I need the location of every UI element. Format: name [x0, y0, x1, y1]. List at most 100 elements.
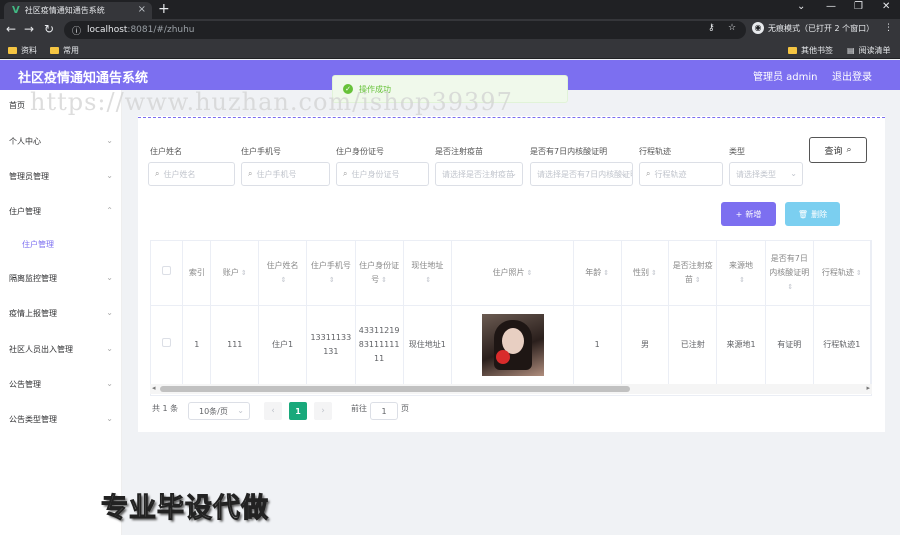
- row-select-cell[interactable]: [151, 305, 184, 386]
- sort-icon[interactable]: ⇕: [695, 276, 701, 284]
- close-window-icon[interactable]: ✕: [882, 1, 890, 12]
- vaccine-select[interactable]: 请选择是否注射疫苗 ⌄: [435, 162, 523, 186]
- table-cell: 住户1: [258, 305, 307, 386]
- minimize-icon[interactable]: —: [826, 1, 836, 12]
- phone-search-input[interactable]: ⌕ 住户手机号: [241, 162, 330, 186]
- key-icon[interactable]: ⚷: [708, 23, 715, 33]
- reading-list[interactable]: ▤ 阅读清单: [847, 45, 891, 56]
- sort-icon[interactable]: ⇕: [603, 269, 609, 277]
- reload-icon[interactable]: ↻: [44, 22, 54, 36]
- query-button[interactable]: 查询 ⌕: [809, 137, 867, 163]
- sidebar-item-residents[interactable]: 住户管理 ⌃: [9, 206, 113, 217]
- table-cell: 111: [210, 305, 260, 386]
- table-cell: 现住地址1: [403, 305, 453, 386]
- sidebar-item-report[interactable]: 疫情上报管理 ⌄: [9, 308, 113, 319]
- chevron-down-icon: ⌄: [106, 344, 113, 353]
- sidebar-item-label: 管理员管理: [9, 172, 49, 181]
- browser-tab[interactable]: V 社区疫情通知通告系统 ×: [4, 2, 152, 19]
- sidebar-item-label: 公告管理: [9, 380, 41, 389]
- column-header[interactable]: 住户姓名 ⇕: [258, 241, 307, 306]
- bookmark-label: 阅读清单: [858, 46, 891, 55]
- sidebar-item-profile[interactable]: 个人中心 ⌄: [9, 136, 113, 147]
- sort-icon[interactable]: ⇕: [381, 276, 387, 284]
- chevron-down-icon: ⌄: [790, 169, 797, 178]
- resident-photo[interactable]: [481, 314, 544, 376]
- table-cell: 来源地1: [716, 305, 766, 386]
- column-header[interactable]: 账户 ⇕: [210, 241, 260, 306]
- bookmark-folder[interactable]: 资料: [8, 45, 37, 56]
- browser-tabstrip: V 社区疫情通知通告系统 × + ⌄ — ❐ ✕: [0, 0, 900, 19]
- sidebar-subitem-residents[interactable]: 住户管理: [22, 239, 54, 250]
- column-header[interactable]: 是否有7日内核酸证明 ⇕: [765, 241, 814, 306]
- scroll-right-icon[interactable]: ▸: [866, 384, 870, 392]
- chevron-down-icon: ⌄: [106, 379, 113, 388]
- column-header[interactable]: 住户照片 ⇕: [451, 241, 574, 306]
- star-icon[interactable]: ☆: [728, 23, 736, 33]
- sort-icon[interactable]: ⇕: [856, 269, 862, 277]
- sidebar-item-access[interactable]: 社区人员出入管理 ⌄: [9, 344, 113, 355]
- column-header[interactable]: 来源地 ⇕: [716, 241, 766, 306]
- app-title: 社区疫情通知通告系统: [18, 71, 149, 86]
- incognito-indicator[interactable]: ◉ 无痕模式（已打开 2 个窗口）: [752, 22, 874, 34]
- trace-search-input[interactable]: ⌕ 行程轨迹: [639, 162, 723, 186]
- table-cell: 1: [182, 305, 212, 386]
- back-icon[interactable]: ←: [6, 22, 16, 36]
- sidebar-item-quarantine[interactable]: 隔离监控管理 ⌄: [9, 273, 113, 284]
- idcard-search-input[interactable]: ⌕ 住户身份证号: [336, 162, 429, 186]
- sort-icon[interactable]: ⇕: [787, 283, 793, 291]
- search-icon: ⌕: [343, 169, 348, 178]
- scroll-thumb[interactable]: [160, 386, 630, 392]
- search-icon: ⌕: [646, 169, 651, 178]
- next-page-button[interactable]: ›: [314, 402, 332, 420]
- column-header[interactable]: 性别 ⇕: [621, 241, 670, 306]
- header-label: 住户手机号: [310, 260, 351, 270]
- column-header[interactable]: 住户身份证号 ⇕: [355, 241, 404, 306]
- restore-icon[interactable]: ❐: [854, 1, 863, 12]
- column-header[interactable]: 是否注射疫苗 ⇕: [668, 241, 718, 306]
- column-header[interactable]: 住户手机号 ⇕: [306, 241, 356, 306]
- nucleic-select[interactable]: 请选择是否有7日内核酸证明 ⌄: [530, 162, 633, 186]
- column-header[interactable]: 年龄 ⇕: [573, 241, 622, 306]
- current-page[interactable]: 1: [289, 402, 307, 420]
- sort-icon[interactable]: ⇕: [425, 276, 431, 284]
- incognito-label: 无痕模式（已打开 2 个窗口）: [768, 23, 875, 33]
- bookmark-folder[interactable]: 其他书签: [788, 45, 833, 56]
- new-tab-icon[interactable]: +: [158, 1, 170, 17]
- delete-label: 删除: [811, 209, 828, 219]
- select-all-cell[interactable]: [151, 241, 184, 306]
- close-icon[interactable]: ×: [138, 4, 146, 15]
- forward-icon[interactable]: →: [24, 22, 34, 36]
- chevron-down-icon[interactable]: ⌄: [797, 1, 805, 12]
- column-header[interactable]: 现住地址 ⇕: [403, 241, 453, 306]
- vue-logo-icon: V: [12, 5, 20, 16]
- type-select[interactable]: 请选择类型 ⌄: [729, 162, 803, 186]
- sort-icon[interactable]: ⇕: [651, 269, 657, 277]
- sidebar-item-notice-type[interactable]: 公告类型管理 ⌄: [9, 414, 113, 425]
- sidebar-item-admin[interactable]: 管理员管理 ⌄: [9, 171, 113, 182]
- more-icon[interactable]: ⋮: [884, 23, 893, 33]
- scroll-left-icon[interactable]: ◂: [152, 384, 156, 392]
- sort-icon[interactable]: ⇕: [281, 276, 287, 284]
- page-size-select[interactable]: 10条/页 ⌄: [188, 402, 250, 420]
- row-checkbox[interactable]: [162, 338, 172, 347]
- logout-link[interactable]: 退出登录: [832, 68, 872, 83]
- sort-icon[interactable]: ⇕: [739, 276, 745, 284]
- goto-page-input[interactable]: 1: [370, 402, 398, 420]
- sort-icon[interactable]: ⇕: [527, 269, 533, 277]
- delete-button[interactable]: 🗑 删除: [785, 202, 840, 226]
- name-search-input[interactable]: ⌕ 住户姓名: [148, 162, 235, 186]
- table-row[interactable]: 1 111 住户1 13311133131 433112198311111111…: [151, 305, 871, 386]
- sidebar-item-notice[interactable]: 公告管理 ⌄: [9, 379, 113, 390]
- sort-icon[interactable]: ⇕: [241, 269, 247, 277]
- incognito-icon: ◉: [752, 22, 764, 34]
- address-bar[interactable]: ⓘ localhost:8081/#/zhuhu: [64, 21, 746, 39]
- column-header[interactable]: 行程轨迹 ⇕: [813, 241, 871, 306]
- table-cell: 行程轨迹1: [813, 305, 871, 386]
- prev-page-button[interactable]: ‹: [264, 402, 282, 420]
- horizontal-scrollbar[interactable]: ◂ ▸: [150, 384, 872, 394]
- add-button[interactable]: + 新增: [721, 202, 776, 226]
- sort-icon[interactable]: ⇕: [329, 276, 335, 284]
- bookmark-folder[interactable]: 常用: [50, 45, 79, 56]
- query-label: 查询: [824, 146, 843, 157]
- select-all-checkbox[interactable]: [162, 265, 172, 275]
